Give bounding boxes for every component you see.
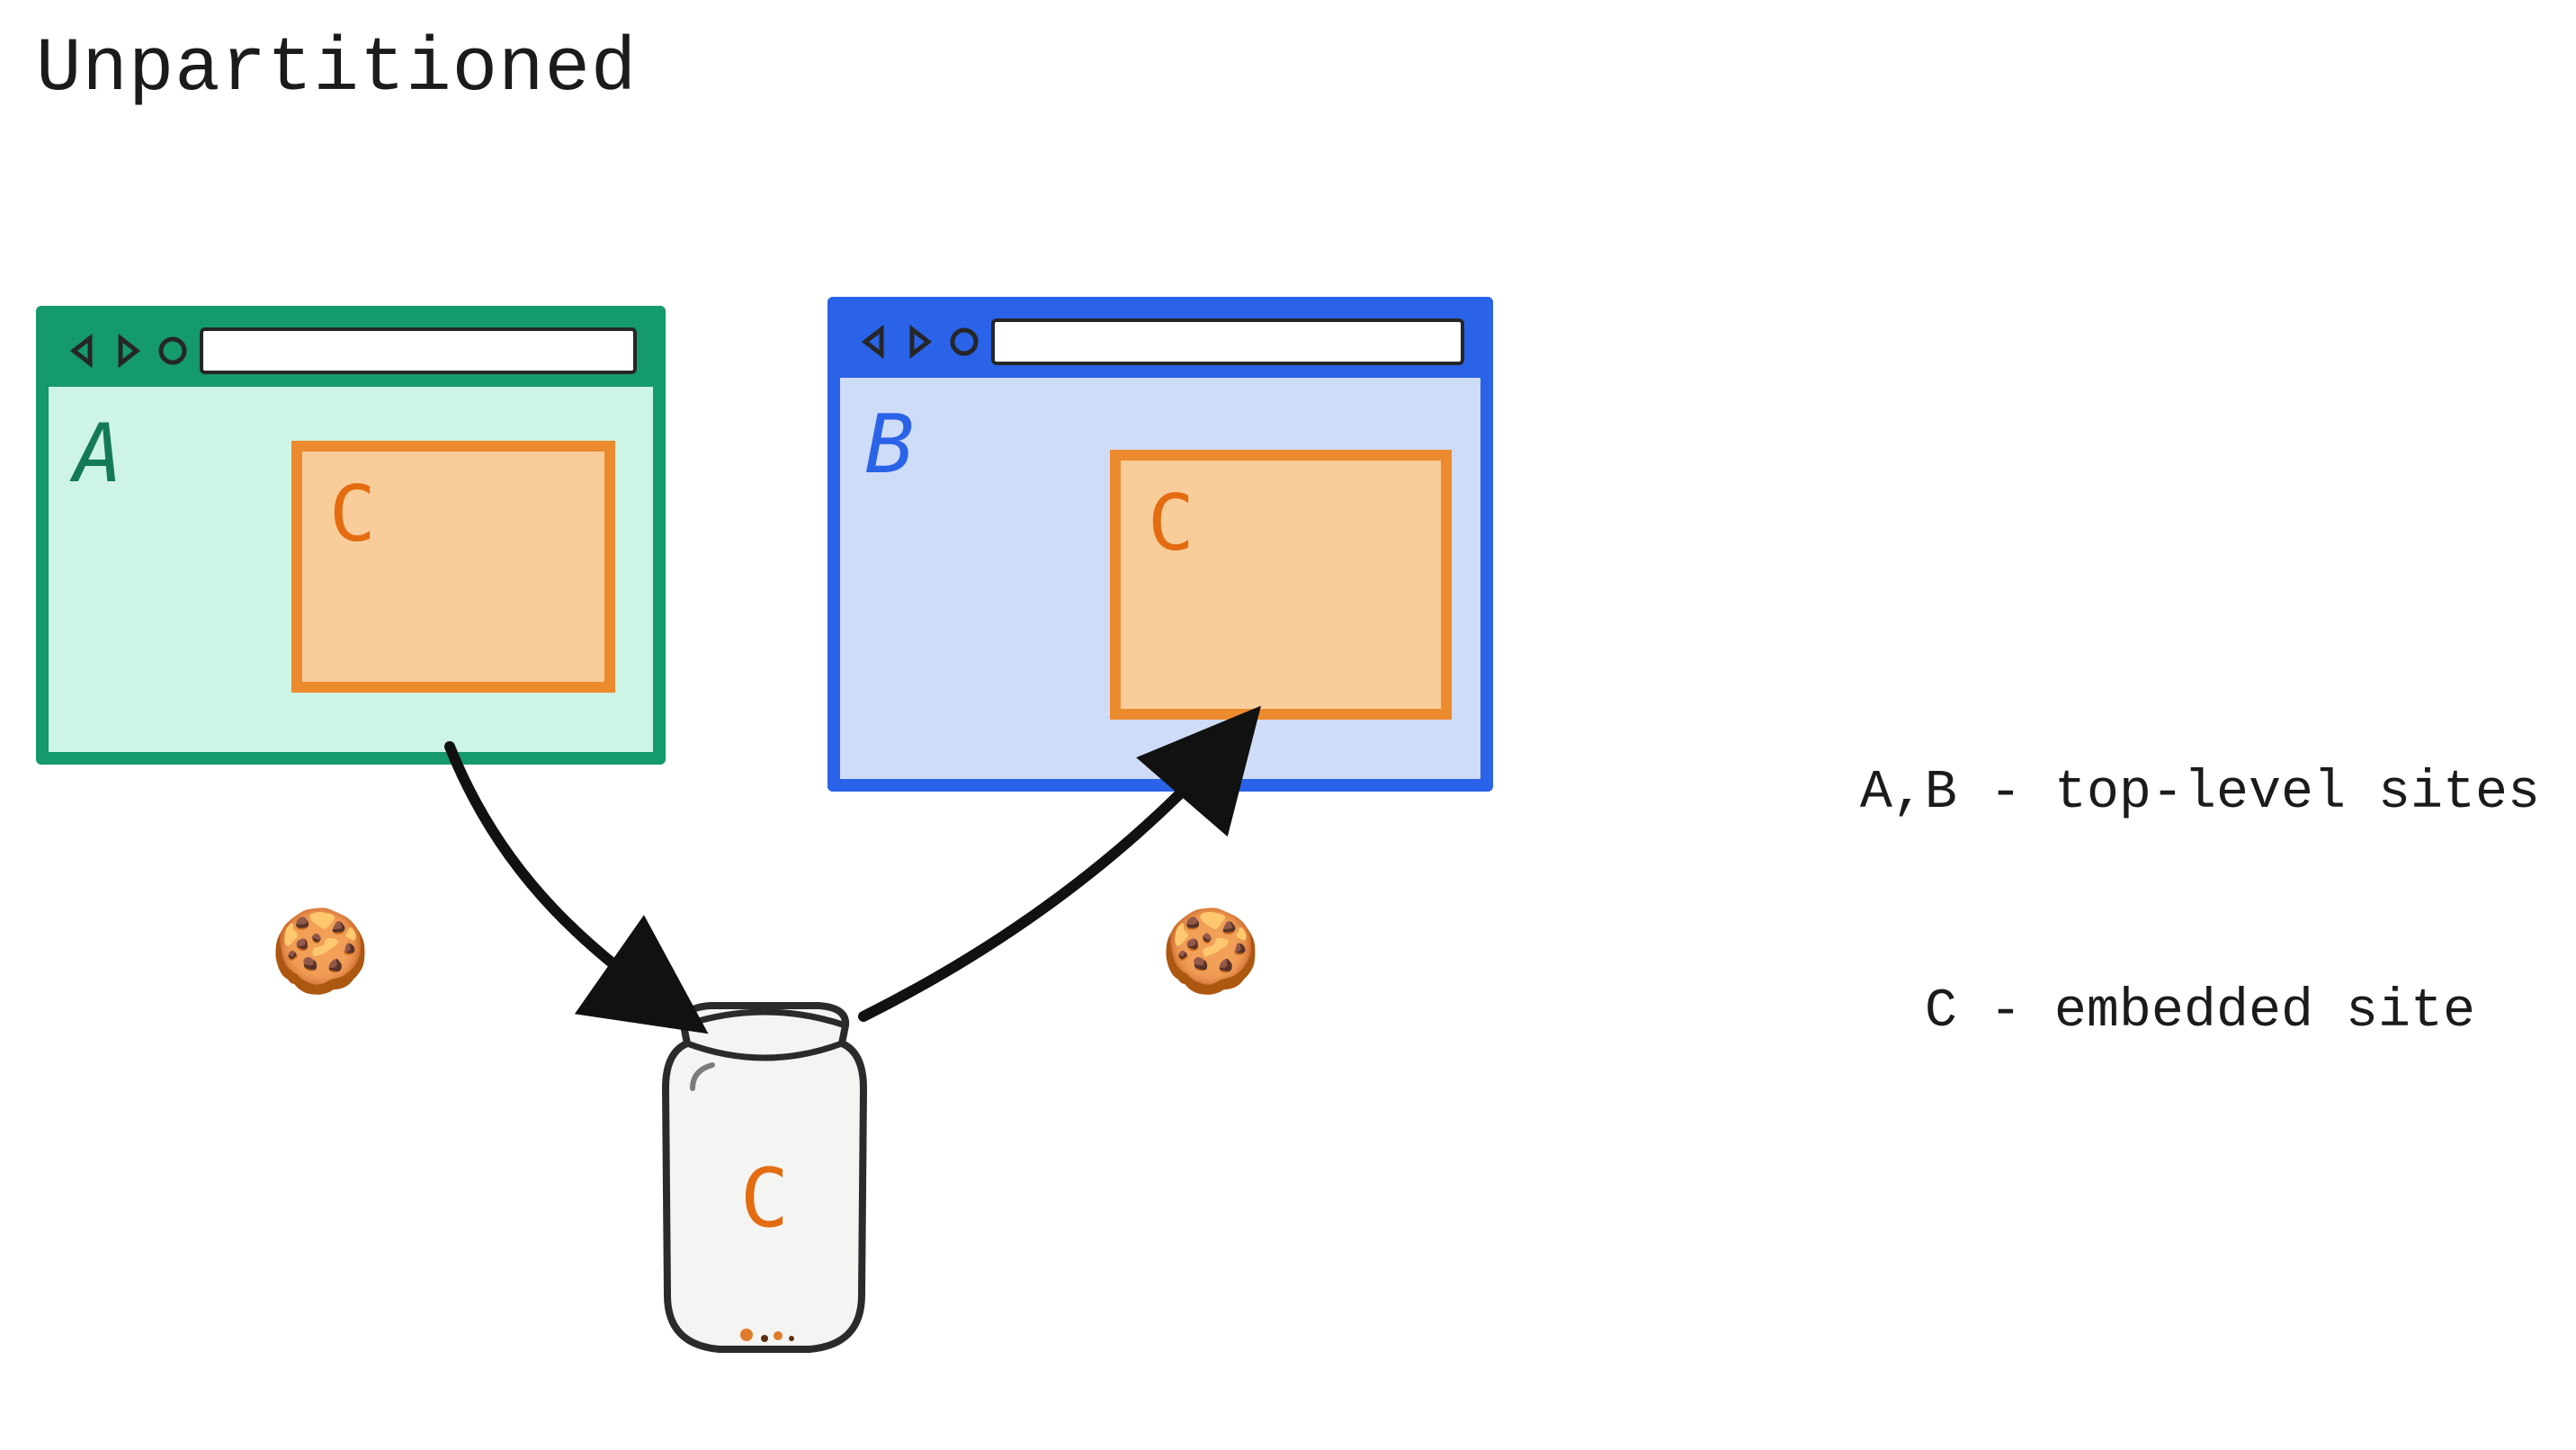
back-icon bbox=[856, 324, 892, 360]
forward-icon bbox=[901, 324, 937, 360]
legend: A,B - top-level sites C - embedded site bbox=[1860, 612, 2540, 1195]
iframe-c-in-b: C bbox=[1110, 450, 1452, 720]
browser-a-viewport: A C bbox=[36, 387, 666, 765]
iframe-c-in-a-label: C bbox=[329, 470, 376, 559]
back-icon bbox=[65, 333, 101, 369]
site-a-label: A bbox=[74, 407, 122, 501]
browser-b-toolbar bbox=[827, 297, 1493, 378]
cookie-jar-label: C bbox=[630, 1151, 899, 1246]
browser-b-viewport: B C bbox=[827, 378, 1493, 792]
cookie-jar: C bbox=[630, 989, 899, 1367]
cookie-icon: 🍪 bbox=[1160, 917, 1261, 998]
refresh-icon bbox=[155, 333, 191, 369]
iframe-c-in-b-label: C bbox=[1148, 479, 1194, 568]
browser-window-b: B C bbox=[827, 297, 1493, 801]
site-b-label: B bbox=[865, 398, 914, 492]
browser-a-url-bar bbox=[200, 327, 637, 374]
legend-line-1: A,B - top-level sites bbox=[1860, 757, 2540, 830]
iframe-c-in-a: C bbox=[291, 441, 615, 693]
browser-window-a: A C bbox=[36, 306, 666, 774]
diagram-title: Unpartitioned bbox=[36, 27, 637, 112]
legend-line-2: C - embedded site bbox=[1860, 976, 2540, 1049]
forward-icon bbox=[110, 333, 146, 369]
browser-a-toolbar bbox=[36, 306, 666, 387]
arrow-a-to-jar bbox=[450, 747, 684, 1016]
cookie-icon: 🍪 bbox=[270, 917, 371, 998]
refresh-icon bbox=[946, 324, 982, 360]
browser-b-url-bar bbox=[991, 318, 1464, 365]
